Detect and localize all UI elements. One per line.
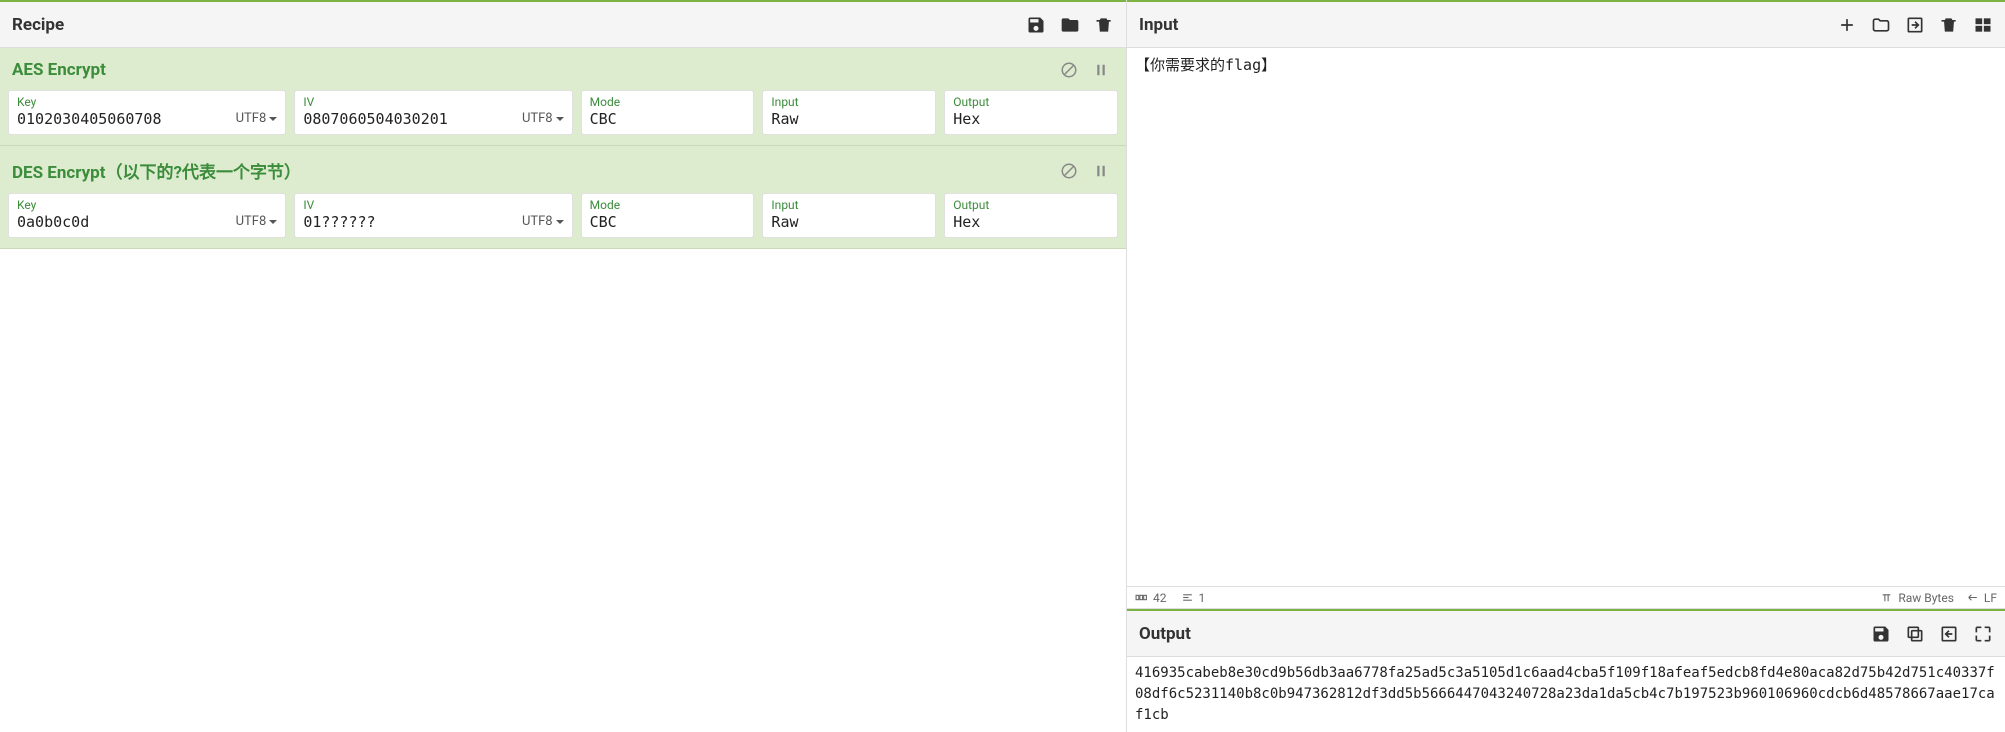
text-encoding-icon [1880,591,1893,604]
arg-key-input[interactable] [17,213,228,231]
arg-key[interactable]: Key UTF8 [8,193,286,238]
arg-input-value: Raw [771,110,927,128]
arg-iv-input[interactable] [303,213,514,231]
arg-label: Output [953,198,1109,212]
arg-label: Input [771,95,927,109]
copy-output-icon[interactable] [1905,624,1925,644]
save-recipe-icon[interactable] [1026,15,1046,35]
arg-input-value: Raw [771,213,927,231]
arg-output-value: Hex [953,213,1109,231]
encoding-value: Raw Bytes [1898,591,1954,605]
eol-icon [1966,591,1979,604]
arg-mode[interactable]: Mode CBC [581,90,755,135]
arg-mode-value: CBC [590,213,746,231]
line-count: 1 [1181,591,1206,605]
arg-label: IV [303,95,514,109]
arg-iv[interactable]: IV UTF8 [294,90,572,135]
arg-mode[interactable]: Mode CBC [581,193,755,238]
line-count-value: 1 [1199,591,1206,605]
output-title: Output [1139,624,1191,644]
arg-label: Key [17,198,228,212]
arg-label: Key [17,95,228,109]
arg-iv[interactable]: IV UTF8 [294,193,572,238]
encoding-selector[interactable]: Raw Bytes [1880,591,1954,605]
output-text[interactable]: 416935cabeb8e30cd9b56db3aa6778fa25ad5c3a… [1127,657,2005,732]
breakpoint-pause-icon[interactable] [1092,162,1110,180]
arg-key-encoding-dropdown[interactable]: UTF8 [236,214,278,231]
recipe-title: Recipe [12,15,64,35]
arg-key[interactable]: Key UTF8 [8,90,286,135]
arg-label: Mode [590,198,746,212]
operation-title: DES Encrypt（以下的?代表一个字节） [12,158,301,183]
arg-label: IV [303,198,514,212]
eol-value: LF [1984,591,1997,605]
arg-key-encoding-dropdown[interactable]: UTF8 [236,111,278,128]
recipe-body: AES Encrypt Key UTF8 [0,48,1126,732]
arg-mode-value: CBC [590,110,746,128]
operation-header: DES Encrypt（以下的?代表一个字节） [0,146,1126,193]
output-header: Output [1127,609,2005,657]
output-header-icons [1871,624,1993,644]
input-textarea[interactable] [1127,48,2005,586]
recipe-header-icons [1026,15,1114,35]
operation-args: Key UTF8 IV UTF8 Mode CBC [0,90,1126,145]
save-output-icon[interactable] [1871,624,1891,644]
operation-des-encrypt[interactable]: DES Encrypt（以下的?代表一个字节） Key UTF8 [0,146,1126,249]
replace-input-icon[interactable] [1939,624,1959,644]
arg-input-format[interactable]: Input Raw [762,193,936,238]
maximise-output-icon[interactable] [1973,624,1993,644]
input-header-icons [1837,15,1993,35]
recipe-header: Recipe [0,0,1126,48]
disable-operation-icon[interactable] [1060,61,1078,79]
input-title: Input [1139,15,1178,35]
operation-aes-encrypt[interactable]: AES Encrypt Key UTF8 [0,48,1126,146]
arg-output-value: Hex [953,110,1109,128]
load-recipe-folder-icon[interactable] [1060,15,1080,35]
char-count: 42 [1135,591,1167,605]
arg-label: Input [771,198,927,212]
char-count-icon [1135,591,1148,604]
arg-output-format[interactable]: Output Hex [944,90,1118,135]
line-count-icon [1181,591,1194,604]
clear-recipe-trash-icon[interactable] [1094,15,1114,35]
input-header: Input [1127,0,2005,48]
disable-operation-icon[interactable] [1060,162,1078,180]
arg-iv-encoding-dropdown[interactable]: UTF8 [522,111,564,128]
open-folder-icon[interactable] [1871,15,1891,35]
operation-icons [1060,61,1114,79]
operation-icons [1060,162,1114,180]
arg-output-format[interactable]: Output Hex [944,193,1118,238]
arg-label: Output [953,95,1109,109]
io-panel: Input 42 [1127,0,2005,732]
clear-input-trash-icon[interactable] [1939,15,1959,35]
recipe-panel: Recipe AES Encrypt [0,0,1127,732]
operation-args: Key UTF8 IV UTF8 Mode CBC [0,193,1126,248]
breakpoint-pause-icon[interactable] [1092,61,1110,79]
operation-header: AES Encrypt [0,48,1126,90]
open-file-input-icon[interactable] [1905,15,1925,35]
operation-title: AES Encrypt [12,60,106,80]
input-status-bar: 42 1 Raw Bytes LF [1127,587,2005,609]
arg-iv-input[interactable] [303,110,514,128]
input-body [1127,48,2005,587]
char-count-value: 42 [1153,591,1167,605]
arg-input-format[interactable]: Input Raw [762,90,936,135]
arg-iv-encoding-dropdown[interactable]: UTF8 [522,214,564,231]
arg-label: Mode [590,95,746,109]
toggle-layout-icon[interactable] [1973,15,1993,35]
arg-key-input[interactable] [17,110,228,128]
add-input-tab-plus-icon[interactable] [1837,15,1857,35]
eol-selector[interactable]: LF [1966,591,1997,605]
